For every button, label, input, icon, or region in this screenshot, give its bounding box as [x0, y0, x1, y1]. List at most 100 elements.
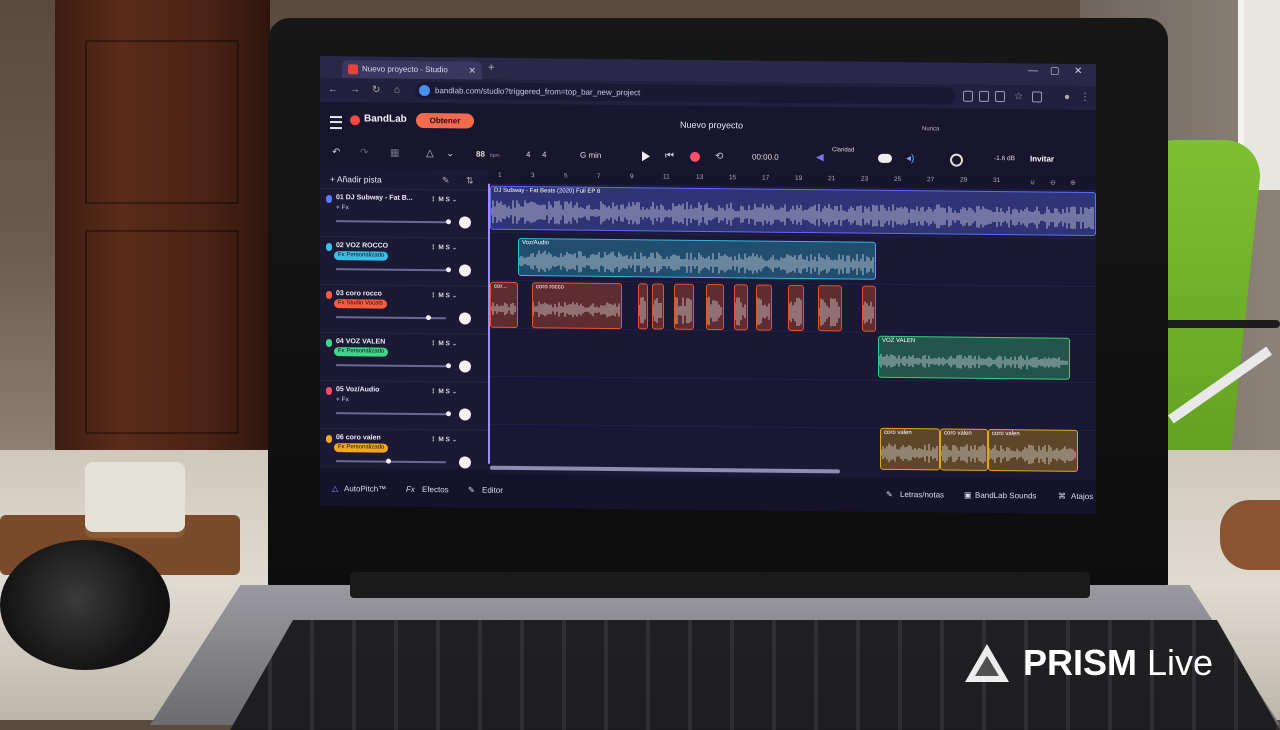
volume-slider-thumb[interactable]: [386, 458, 391, 464]
audio-region[interactable]: [788, 284, 804, 332]
pan-knob[interactable]: [459, 408, 471, 421]
playhead[interactable]: [488, 183, 490, 464]
forward-icon[interactable]: →: [350, 84, 360, 95]
volume-slider[interactable]: [336, 363, 451, 369]
zoom-in-icon[interactable]: ⊕: [1070, 179, 1076, 187]
lyrics-button[interactable]: Letras/notas: [900, 490, 944, 499]
audio-region[interactable]: coro valen: [940, 428, 988, 471]
close-window-icon[interactable]: ✕: [1074, 66, 1082, 77]
audio-region[interactable]: VOZ VALEN: [878, 335, 1070, 380]
mute-button[interactable]: M: [438, 292, 443, 299]
record-icon[interactable]: [690, 151, 700, 162]
track-header[interactable]: 01 DJ Subway - Fat B... + Fx ⋮ M S ⌄: [320, 187, 488, 239]
bandlab-sounds-button[interactable]: BandLab Sounds: [975, 491, 1036, 501]
pan-knob[interactable]: [459, 456, 471, 469]
extension-icon[interactable]: [995, 91, 1005, 103]
home-icon[interactable]: ⌂: [394, 85, 400, 96]
track-name[interactable]: 03 coro rocco: [336, 290, 382, 297]
volume-slider-thumb[interactable]: [426, 315, 431, 321]
extension-icon[interactable]: [963, 90, 973, 102]
volume-slider-thumb[interactable]: [446, 219, 451, 225]
audio-region[interactable]: cor...: [490, 281, 518, 329]
audio-region[interactable]: coro rocco: [532, 282, 622, 330]
menu-dots-icon[interactable]: ⋮: [1080, 92, 1090, 103]
mixer-icon[interactable]: ⇅: [466, 175, 474, 186]
add-fx-button[interactable]: + Fx: [336, 396, 349, 403]
pan-knob[interactable]: [459, 264, 471, 277]
tuner-icon[interactable]: ◀: [816, 152, 824, 163]
timeline-area[interactable]: DJ Subway - Fat Beats (2020) Full EP 8 Vo…: [488, 183, 1096, 481]
track-lane[interactable]: [488, 375, 1096, 432]
add-track-button[interactable]: + Añadir pista: [330, 174, 382, 185]
undo-icon[interactable]: ↶: [332, 147, 340, 158]
pan-knob[interactable]: [459, 360, 471, 373]
metronome-icon[interactable]: △: [426, 148, 434, 159]
url-input[interactable]: bandlab.com/studio?triggered_from=top_ba…: [415, 81, 955, 105]
editor-button[interactable]: Editor: [482, 486, 503, 495]
shortcuts-button[interactable]: Atajos: [1071, 492, 1093, 501]
audio-region[interactable]: [674, 283, 694, 330]
volume-slider[interactable]: [336, 458, 446, 464]
extension-icon[interactable]: [979, 90, 989, 102]
play-icon[interactable]: [642, 151, 650, 162]
mute-button[interactable]: M: [438, 196, 443, 203]
track-name[interactable]: 02 VOZ ROCCO: [336, 242, 388, 250]
fx-preset-badge[interactable]: Fx Personalizado: [334, 347, 389, 357]
star-icon[interactable]: ☆: [1014, 91, 1023, 102]
volume-slider[interactable]: [336, 219, 451, 225]
audio-region[interactable]: [638, 283, 648, 330]
volume-slider-thumb[interactable]: [446, 411, 451, 417]
app-logo[interactable]: BandLab: [364, 113, 407, 124]
loop-icon[interactable]: ⟲: [715, 151, 723, 162]
add-fx-button[interactable]: + Fx: [336, 204, 349, 211]
volume-slider[interactable]: [336, 315, 446, 321]
track-name[interactable]: 05 Voz/Audio: [336, 386, 379, 393]
fx-preset-badge[interactable]: Fx Personalizado: [334, 251, 389, 261]
track-header[interactable]: 03 coro rocco Fx Studio Vocals ⋮ M S ⌄: [320, 283, 488, 335]
chevron-down-icon[interactable]: ⌄: [450, 292, 457, 299]
chevron-down-icon[interactable]: ⌄: [446, 148, 454, 159]
site-info-icon[interactable]: [419, 84, 430, 97]
fx-preset-badge[interactable]: Fx Personalizado: [334, 443, 389, 453]
master-volume-knob[interactable]: [950, 153, 963, 167]
time-signature-bottom[interactable]: 4: [542, 150, 546, 159]
grid-icon[interactable]: ▦: [390, 148, 399, 159]
mute-button[interactable]: M: [438, 340, 443, 347]
volume-slider[interactable]: [336, 411, 451, 417]
reload-icon[interactable]: ↻: [372, 84, 380, 95]
effects-button[interactable]: Efectos: [422, 485, 449, 494]
audio-region[interactable]: Voz/Audio: [518, 238, 876, 280]
close-tab-icon[interactable]: ✕: [468, 61, 476, 79]
fx-preset-badge[interactable]: Fx Studio Vocals: [334, 299, 387, 309]
redo-icon[interactable]: ↷: [360, 147, 368, 158]
extension-icon[interactable]: [1032, 91, 1042, 103]
skip-back-icon[interactable]: ⏮: [665, 151, 674, 162]
obtener-button[interactable]: Obtener: [416, 112, 474, 129]
key-selector[interactable]: G min: [580, 151, 601, 160]
track-name[interactable]: 06 coro valen: [336, 434, 381, 441]
chevron-down-icon[interactable]: ⌄: [450, 436, 457, 443]
invite-button[interactable]: Invitar: [1030, 154, 1054, 163]
browser-tab[interactable]: Nuevo proyecto - Studio ✕: [342, 60, 482, 80]
volume-slider-thumb[interactable]: [446, 267, 451, 273]
track-name[interactable]: 04 VOZ VALEN: [336, 338, 385, 346]
track-header[interactable]: 06 coro valen Fx Personalizado ⋮ M S ⌄: [320, 427, 488, 479]
audio-region[interactable]: [818, 285, 842, 332]
mute-button[interactable]: M: [438, 388, 443, 395]
track-header[interactable]: 05 Voz/Audio + Fx ⋮ M S ⌄: [320, 379, 488, 431]
track-header[interactable]: 02 VOZ ROCCO Fx Personalizado ⋮ M S ⌄: [320, 235, 488, 287]
back-icon[interactable]: ←: [328, 84, 338, 95]
audio-region[interactable]: coro valen: [880, 427, 940, 471]
pan-knob[interactable]: [459, 216, 471, 229]
hamburger-menu-icon[interactable]: [330, 116, 342, 130]
mute-button[interactable]: M: [438, 436, 443, 443]
track-header[interactable]: 04 VOZ VALEN Fx Personalizado ⋮ M S ⌄: [320, 331, 488, 383]
wand-icon[interactable]: ✎: [442, 175, 450, 186]
bpm-value[interactable]: 88: [476, 150, 485, 159]
maximize-icon[interactable]: ▢: [1050, 66, 1059, 77]
audio-region[interactable]: [756, 284, 772, 331]
chevron-down-icon[interactable]: ⌄: [450, 388, 457, 395]
minimize-icon[interactable]: —: [1028, 65, 1038, 76]
volume-slider-thumb[interactable]: [446, 363, 451, 369]
project-title[interactable]: Nuevo proyecto: [680, 120, 743, 131]
